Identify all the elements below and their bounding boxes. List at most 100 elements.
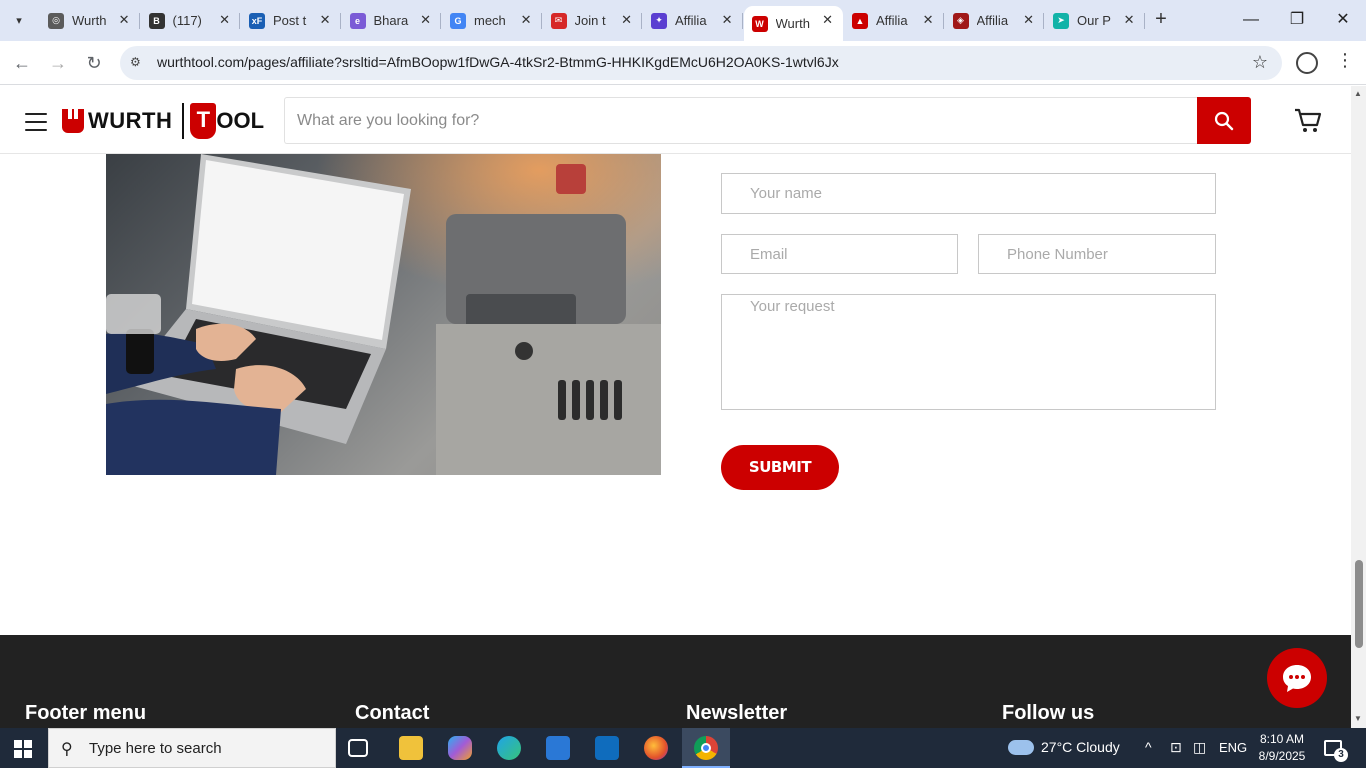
page-scrollbar[interactable]: ▲ ▼	[1351, 86, 1366, 728]
browser-tab[interactable]: W Wurth ✕	[743, 6, 843, 41]
tab-separator	[1143, 13, 1145, 29]
tab-separator	[1043, 13, 1044, 29]
tray-chevron-icon[interactable]: ^	[1145, 739, 1152, 755]
tab-favicon-icon: W	[751, 15, 768, 32]
windows-taskbar: ⚲ Type here to search 27°C Cloudy ^ ⊡ ◫ …	[0, 728, 1366, 768]
tab-title: Wurth	[72, 13, 107, 28]
tab-close-icon[interactable]: ✕	[923, 12, 934, 28]
tab-separator	[440, 13, 441, 29]
footer-menu-heading: Footer menu	[25, 702, 147, 724]
network-icon[interactable]: ⊡	[1170, 739, 1182, 756]
logo-text-wurth: WURTH	[88, 108, 173, 133]
logo-divider	[182, 103, 185, 139]
edge-icon[interactable]	[497, 736, 521, 760]
phone-input[interactable]	[979, 235, 1215, 273]
chrome-taskbar-button[interactable]	[682, 728, 730, 768]
tab-close-icon[interactable]: ✕	[722, 12, 733, 28]
taskbar-search[interactable]: ⚲ Type here to search	[48, 728, 336, 768]
request-textarea[interactable]	[722, 295, 1215, 409]
volume-icon[interactable]: ◫	[1193, 739, 1206, 756]
tab-close-icon[interactable]: ✕	[1023, 12, 1034, 28]
tab-title: Post t	[273, 13, 307, 28]
search-button[interactable]	[1197, 97, 1251, 144]
back-icon[interactable]: ←	[10, 51, 34, 75]
bookmark-star-icon[interactable]: ☆	[1252, 52, 1268, 73]
chrome-menu-icon[interactable]: ⋮	[1336, 50, 1354, 71]
tab-close-icon[interactable]: ✕	[119, 12, 130, 28]
search-input[interactable]	[285, 98, 1198, 143]
browser-tab[interactable]: ➤ Our P ✕	[1045, 6, 1145, 35]
tab-close-icon[interactable]: ✕	[420, 12, 431, 28]
email-input[interactable]	[722, 235, 957, 273]
site-logo[interactable]: WURTH T OOL	[62, 101, 264, 141]
minimize-icon[interactable]: —	[1228, 8, 1274, 32]
task-view-icon[interactable]	[348, 739, 368, 757]
tab-close-icon[interactable]: ✕	[320, 12, 331, 28]
file-explorer-icon[interactable]	[399, 736, 423, 760]
notification-count-badge: 3	[1334, 748, 1348, 762]
tab-favicon-icon: B	[148, 12, 165, 29]
tab-close-icon[interactable]: ✕	[521, 12, 532, 28]
language-indicator[interactable]: ENG	[1219, 740, 1247, 755]
tab-close-icon[interactable]: ✕	[219, 12, 230, 28]
cart-icon[interactable]	[1294, 108, 1322, 134]
clock-date: 8/9/2025	[1258, 749, 1306, 763]
tab-favicon-icon: xF	[249, 12, 265, 29]
phone-field	[978, 234, 1216, 274]
browser-tab[interactable]: ✉ Join t ✕	[543, 6, 642, 35]
address-bar[interactable]: ⚙ wurthtool.com/pages/affiliate?srsltid=…	[120, 46, 1282, 80]
tab-search-icon[interactable]: ▾	[6, 7, 32, 33]
submit-button[interactable]: SUBMIT	[721, 445, 839, 490]
browser-tab[interactable]: ◎ Wurth ✕	[40, 6, 140, 35]
browser-tab[interactable]: ◈ Affilia ✕	[945, 6, 1044, 35]
restore-icon[interactable]: ❐	[1274, 8, 1320, 32]
firefox-icon[interactable]	[644, 736, 668, 760]
tab-title: Our P	[1077, 13, 1111, 28]
url-text[interactable]: wurthtool.com/pages/affiliate?srsltid=Af…	[157, 54, 839, 70]
site-info-icon[interactable]: ⚙	[130, 55, 146, 71]
tab-favicon-icon: ▲	[852, 12, 868, 29]
forward-icon[interactable]: →	[46, 51, 70, 75]
scroll-up-icon[interactable]: ▲	[1354, 89, 1362, 98]
browser-tab[interactable]: B (117) ✕	[141, 6, 240, 35]
chat-launcher-button[interactable]	[1267, 648, 1327, 708]
browser-tab[interactable]: e Bhara ✕	[342, 6, 441, 35]
browser-toolbar: ← → ↻ ⚙ wurthtool.com/pages/affiliate?sr…	[0, 41, 1366, 85]
browser-tab[interactable]: ✦ Affilia ✕	[643, 6, 743, 35]
browser-tab[interactable]: ▲ Affilia ✕	[844, 6, 944, 35]
tab-favicon-icon: ◎	[48, 12, 64, 29]
browser-tab[interactable]: Gmech ✕	[442, 6, 542, 35]
store-icon[interactable]	[546, 736, 570, 760]
request-field	[721, 294, 1216, 410]
profile-avatar-icon[interactable]	[1296, 52, 1318, 74]
tab-close-icon[interactable]: ✕	[1124, 12, 1135, 28]
close-window-icon[interactable]: ✕	[1320, 8, 1366, 32]
menu-icon[interactable]	[25, 113, 47, 131]
tab-title: Affilia	[876, 13, 908, 28]
tab-title: Affilia	[976, 13, 1009, 28]
windows-start-icon[interactable]	[14, 740, 32, 758]
logo-t-mark: T	[190, 103, 217, 139]
site-header: WURTH T OOL	[0, 86, 1351, 154]
reload-icon[interactable]: ↻	[82, 51, 106, 75]
cloudy-weather-icon	[1008, 740, 1034, 755]
copilot-icon[interactable]	[448, 736, 472, 760]
chrome-icon	[694, 736, 718, 760]
tab-title: mech	[474, 13, 506, 28]
browser-tab[interactable]: xF Post t ✕	[241, 6, 341, 35]
scroll-thumb[interactable]	[1355, 560, 1363, 648]
new-tab-button[interactable]: +	[1150, 8, 1172, 30]
logo-text-tool: OOL	[216, 108, 265, 133]
tab-close-icon[interactable]: ✕	[822, 12, 833, 28]
tab-title: Wurth	[775, 16, 810, 31]
site-search	[284, 97, 1198, 144]
scroll-down-icon[interactable]: ▼	[1354, 714, 1362, 723]
name-input[interactable]	[722, 174, 1215, 213]
outlook-icon[interactable]	[595, 736, 619, 760]
wurth-logo-icon	[62, 109, 84, 133]
tab-title: (117)	[172, 13, 202, 28]
weather-text[interactable]: 27°C Cloudy	[1041, 739, 1120, 755]
footer-contact-heading: Contact	[355, 702, 430, 724]
tab-close-icon[interactable]: ✕	[621, 12, 632, 28]
system-clock[interactable]: 8:10 AM 8/9/2025	[1254, 731, 1310, 765]
